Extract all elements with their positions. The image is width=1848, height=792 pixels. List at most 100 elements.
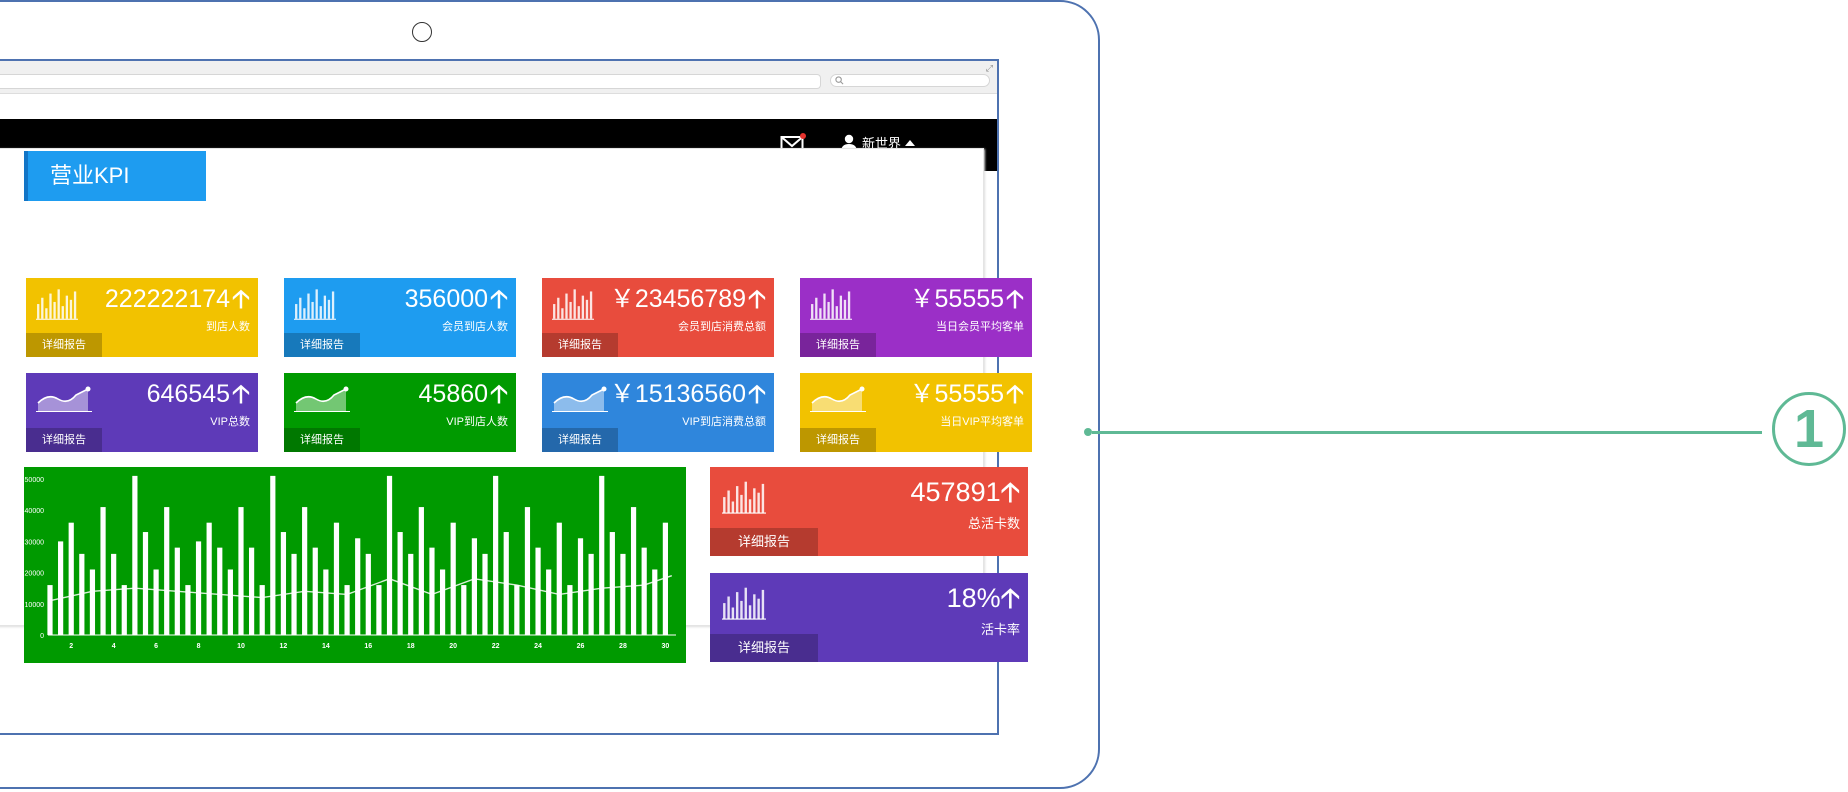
chart-bar: [599, 475, 605, 635]
kpi-value: 646545🡡: [146, 380, 250, 408]
y-tick-label: 0: [40, 633, 44, 640]
detail-report-button[interactable]: 详细报告: [284, 428, 360, 452]
arrow-up-icon: 🡡: [1006, 380, 1024, 408]
kpi-value: 356000🡡: [404, 285, 508, 313]
detail-report-button[interactable]: 详细报告: [800, 333, 876, 357]
browser-toolbar: ⤢: [0, 61, 997, 94]
chart-bar: [365, 553, 371, 635]
callout-line: [1092, 431, 1762, 434]
chart-bar: [142, 532, 149, 635]
arrow-up-icon: 🡡: [490, 380, 508, 408]
kpi-label: VIP总数: [210, 416, 250, 428]
detail-report-button[interactable]: 详细报告: [710, 634, 818, 662]
chart-bar: [556, 522, 562, 635]
chart-bar: [514, 585, 520, 635]
y-tick-label: 20000: [25, 571, 45, 578]
x-tick-label: 16: [364, 643, 372, 650]
detail-report-button[interactable]: 详细报告: [710, 528, 818, 556]
chart-bar: [386, 475, 393, 635]
kpi-value: ￥23456789🡡: [609, 285, 766, 313]
bar-chart-icon: [722, 481, 766, 514]
x-tick-label: 26: [577, 643, 585, 650]
detail-report-button[interactable]: 详细报告: [26, 333, 102, 357]
chart-bar: [535, 547, 541, 635]
chart-bar: [217, 547, 223, 635]
arrow-up-icon: 🡡: [232, 380, 250, 408]
detail-report-button[interactable]: 详细报告: [542, 333, 618, 357]
summary-card: 457891🡡 总活卡数 详细报告: [710, 467, 1028, 556]
chart-bar: [355, 538, 361, 635]
card-icon: [722, 583, 766, 626]
bar-chart-icon: [810, 289, 852, 320]
x-tick-label: 10: [237, 643, 245, 650]
card-icon: [810, 381, 866, 418]
kpi-value: 222222174🡡: [104, 285, 250, 313]
detail-report-button[interactable]: 详细报告: [542, 428, 618, 452]
card-icon: [810, 286, 852, 325]
chart-bar: [121, 585, 127, 635]
x-tick-label: 12: [280, 643, 288, 650]
section-title: 营业KPI: [24, 151, 206, 201]
browser-search-box[interactable]: [830, 74, 990, 87]
detail-report-button[interactable]: 详细报告: [800, 428, 876, 452]
kpi-label: VIP到店消费总额: [682, 416, 766, 428]
bar-chart-svg: 010000200003000040000500002 4 6 8 10 12 14 16 18…: [25, 475, 676, 650]
daily-bar-chart: 0 10000 20000 30000 40000 50000 2 4 6 8 10 12 14 16 18…: [24, 467, 686, 663]
x-tick-label: 6: [154, 643, 158, 650]
detail-report-button[interactable]: 详细报告: [284, 333, 360, 357]
bar-chart-icon: [36, 289, 78, 320]
chart-bar: [630, 507, 637, 635]
y-tick-label: 10000: [25, 602, 45, 609]
chart-bar: [620, 553, 626, 635]
chart-bar: [482, 553, 488, 635]
camera-icon: [412, 22, 432, 42]
chart-bar: [100, 507, 106, 635]
chart-bar: [429, 547, 435, 635]
kpi-label: 当日会员平均客单: [936, 321, 1024, 333]
chart-bar: [280, 532, 287, 635]
caret-up-icon: [905, 139, 916, 146]
chart-bar: [68, 522, 74, 635]
x-tick-label: 2: [69, 643, 73, 650]
chart-bar: [609, 532, 615, 635]
chart-bar: [302, 507, 308, 635]
bar-chart-icon: [552, 289, 594, 320]
resize-icon[interactable]: ⤢: [986, 63, 993, 74]
chart-bar: [439, 569, 446, 635]
chart-bar: [132, 475, 138, 635]
detail-report-button[interactable]: 详细报告: [26, 428, 102, 452]
search-icon: [835, 76, 844, 85]
arrow-up-icon: 🡡: [1006, 285, 1024, 313]
chart-bar: [206, 522, 212, 635]
chart-bar: [47, 585, 53, 635]
area-chart-icon: [810, 386, 866, 412]
chart-bar: [238, 507, 244, 635]
x-tick-label: 4: [112, 643, 116, 650]
summary-label: 总活卡数: [967, 516, 1020, 531]
x-tick-label: 24: [534, 643, 542, 650]
arrow-up-icon: 🡡: [748, 285, 766, 313]
chart-bar: [153, 569, 159, 635]
kpi-value: ￥15136560🡡: [609, 380, 766, 408]
chart-bar: [376, 585, 382, 635]
kpi-card: 356000🡡 会员到店人数 详细报告: [284, 278, 516, 357]
chart-bar: [652, 569, 658, 635]
arrow-up-icon: 🡡: [490, 285, 508, 313]
chart-bar: [227, 569, 233, 635]
card-icon: [36, 381, 92, 418]
x-tick-label: 20: [449, 643, 457, 650]
kpi-label: 会员到店人数: [442, 321, 508, 333]
kpi-card: ￥55555🡡 当日VIP平均客单 详细报告: [800, 373, 1032, 452]
summary-card: 18%🡡 活卡率 详细报告: [710, 573, 1028, 662]
card-icon: [294, 286, 336, 325]
chart-bar: [344, 585, 350, 635]
chart-bar: [58, 541, 64, 635]
kpi-label: 当日VIP平均客单: [940, 416, 1024, 428]
bar-chart-icon: [722, 587, 766, 620]
chart-bar: [111, 553, 117, 635]
chart-bar: [641, 547, 647, 635]
kpi-label: VIP到店人数: [446, 416, 508, 428]
address-bar[interactable]: [0, 74, 821, 89]
arrow-up-icon: 🡡: [748, 380, 766, 408]
y-tick-label: 30000: [25, 539, 45, 546]
